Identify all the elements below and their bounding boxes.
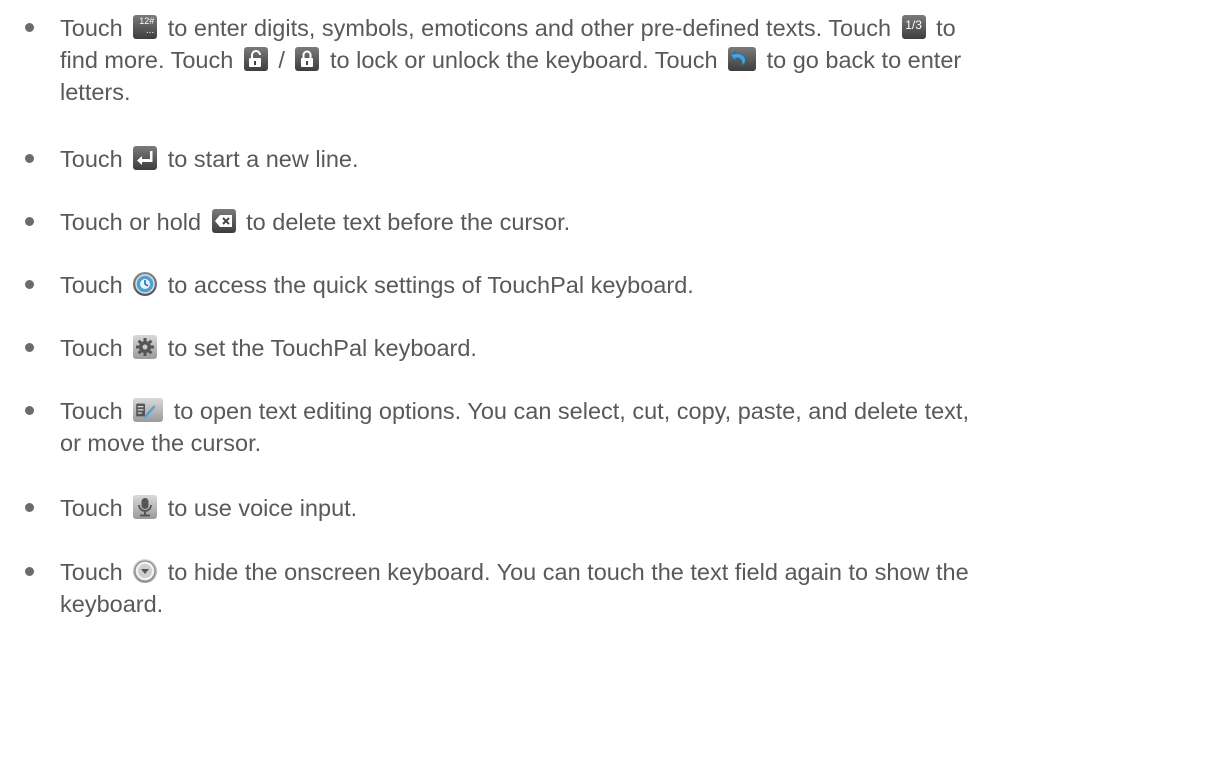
icon-label-dots: ... bbox=[145, 25, 155, 36]
instruction-list: Touch 12#... to enter digits, symbols, e… bbox=[0, 0, 1225, 757]
text-segment: Touch or hold bbox=[60, 209, 202, 235]
text-segment: Touch bbox=[60, 398, 123, 424]
list-item-text: Touch to use voice input. bbox=[60, 492, 1220, 524]
text-segment: to enter digits, symbols, emoticons and … bbox=[167, 15, 892, 41]
delete-key-icon bbox=[211, 209, 236, 233]
lock-icon bbox=[295, 47, 320, 71]
text-segment: find more. Touch bbox=[60, 47, 234, 73]
text-segment: Touch bbox=[60, 272, 123, 298]
bullet bbox=[25, 154, 34, 163]
microphone-icon bbox=[133, 495, 158, 519]
text-segment: Touch bbox=[60, 559, 123, 585]
text-segment: to use voice input. bbox=[167, 495, 358, 521]
bullet bbox=[25, 217, 34, 226]
quick-settings-icon bbox=[133, 272, 158, 296]
text-segment: to hide the onscreen keyboard. You can t… bbox=[167, 559, 969, 585]
text-segment: Touch bbox=[60, 335, 123, 361]
list-item-text: Touch to hide the onscreen keyboard. You… bbox=[60, 556, 1220, 620]
bullet bbox=[25, 280, 34, 289]
bullet bbox=[25, 406, 34, 415]
list-item-text: Touch to start a new line. bbox=[60, 143, 1220, 175]
hide-keyboard-icon bbox=[133, 559, 158, 583]
back-arrow-icon bbox=[728, 47, 757, 71]
unlock-icon bbox=[243, 47, 268, 71]
bullet bbox=[25, 567, 34, 576]
text-segment: / bbox=[278, 47, 285, 73]
text-segment: to lock or unlock the keyboard. Touch bbox=[329, 47, 718, 73]
text-segment: to open text editing options. You can se… bbox=[173, 398, 969, 424]
text-segment: to set the TouchPal keyboard. bbox=[167, 335, 477, 361]
text-segment: to delete text before the cursor. bbox=[246, 209, 571, 235]
settings-gear-icon bbox=[133, 335, 158, 359]
text-segment: to go back to enter bbox=[766, 47, 962, 73]
bullet bbox=[25, 23, 34, 32]
icon-label: 1/3 bbox=[905, 18, 922, 32]
text-segment: or move the cursor. bbox=[60, 430, 262, 456]
list-item-text: Touch to access the quick settings of To… bbox=[60, 269, 1220, 301]
text-segment: to access the quick settings of TouchPal… bbox=[167, 272, 694, 298]
bullet bbox=[25, 343, 34, 352]
bullet bbox=[25, 503, 34, 512]
list-item-text: Touch to set the TouchPal keyboard. bbox=[60, 332, 1220, 364]
text-segment: keyboard. bbox=[60, 591, 164, 617]
enter-key-icon bbox=[133, 146, 158, 170]
text-segment: Touch bbox=[60, 146, 123, 172]
text-segment: to bbox=[936, 15, 956, 41]
list-item-text: Touch to open text editing options. You … bbox=[60, 395, 1220, 459]
text-edit-icon bbox=[133, 398, 164, 422]
text-segment: Touch bbox=[60, 495, 123, 521]
symbols-key-icon: 12#... bbox=[133, 15, 158, 39]
text-segment: letters. bbox=[60, 79, 131, 105]
text-segment: Touch bbox=[60, 15, 123, 41]
page-indicator-icon: 1/3 bbox=[901, 15, 926, 39]
list-item-text: Touch 12#... to enter digits, symbols, e… bbox=[60, 12, 1220, 108]
text-segment: to start a new line. bbox=[167, 146, 359, 172]
list-item-text: Touch or hold to delete text before the … bbox=[60, 206, 1220, 238]
